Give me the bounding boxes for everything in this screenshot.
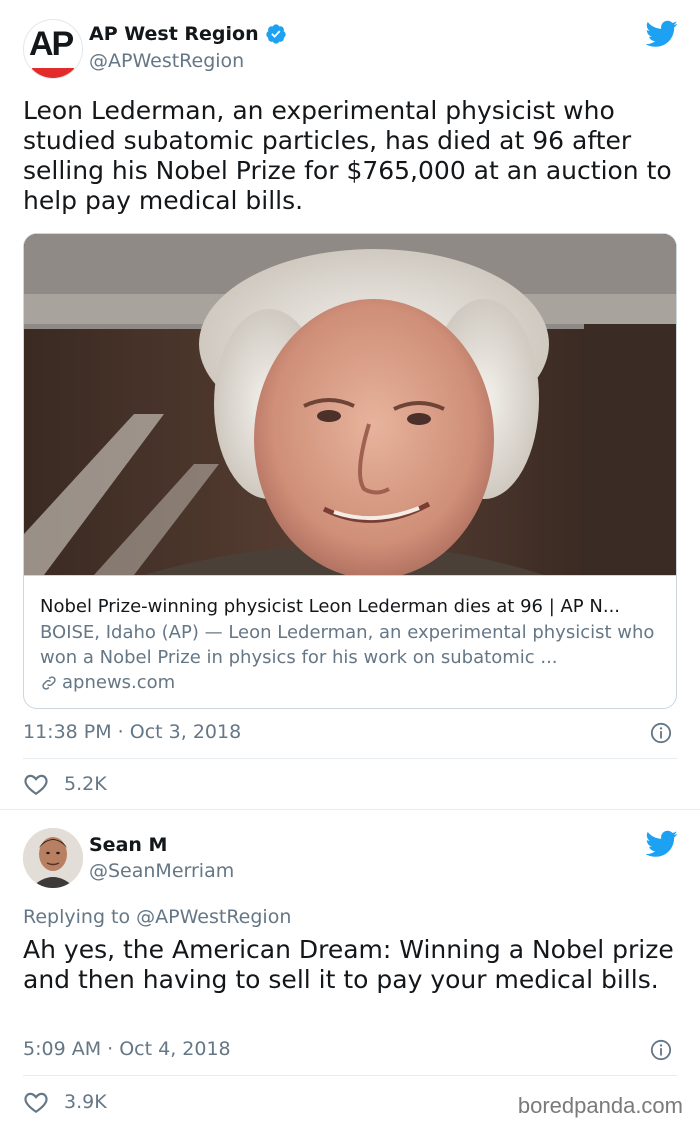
author-name-text: AP West Region	[89, 23, 259, 45]
like-action[interactable]: 5.2K	[23, 772, 107, 796]
verified-badge-icon	[266, 24, 286, 44]
info-icon[interactable]	[650, 1039, 672, 1061]
replying-to: Replying to @APWestRegion	[23, 906, 291, 928]
avatar[interactable]	[23, 828, 83, 888]
ap-logo: AP	[29, 25, 74, 63]
ap-logo-red-band	[32, 68, 74, 78]
avatar-photo	[23, 828, 83, 888]
tweet-text: Ah yes, the American Dream: Winning a No…	[23, 935, 674, 994]
author-name[interactable]: Sean M	[89, 834, 167, 856]
tweet-timestamp[interactable]: 5:09 AM · Oct 4, 2018	[23, 1038, 231, 1060]
divider	[23, 1075, 677, 1076]
replying-handle[interactable]: @APWestRegion	[136, 906, 291, 928]
like-action[interactable]: 3.9K	[23, 1090, 107, 1114]
replying-label: Replying to	[23, 906, 131, 928]
portrait-illustration	[24, 234, 676, 575]
author-name[interactable]: AP West Region	[89, 23, 287, 45]
like-count: 5.2K	[64, 773, 107, 795]
watermark: boredpanda.com	[517, 1093, 683, 1118]
twitter-bird-icon[interactable]	[646, 20, 678, 48]
card-title[interactable]: Nobel Prize-winning physicist Leon Leder…	[40, 594, 660, 619]
tweet-sean-m: Sean M @SeanMerriam Replying to @APWestR…	[0, 811, 700, 1129]
card-description: BOISE, Idaho (AP) — Leon Lederman, an ex…	[40, 622, 655, 668]
divider	[23, 758, 677, 759]
twitter-bird-icon[interactable]	[646, 830, 678, 858]
tweet-ap-west-region: AP AP West Region @APWestRegion Leon Led…	[0, 0, 700, 810]
author-handle[interactable]: @APWestRegion	[89, 50, 244, 72]
heart-icon[interactable]	[23, 1090, 49, 1114]
card-domain-text: apnews.com	[62, 672, 176, 693]
tweet-text: Leon Lederman, an experimental physicist…	[23, 96, 672, 215]
link-card[interactable]: Nobel Prize-winning physicist Leon Leder…	[23, 233, 677, 709]
card-image-portrait[interactable]	[24, 234, 676, 575]
tweet-timestamp[interactable]: 11:38 PM · Oct 3, 2018	[23, 721, 241, 743]
avatar[interactable]: AP	[23, 19, 83, 79]
author-handle[interactable]: @SeanMerriam	[89, 860, 234, 882]
author-name-text: Sean M	[89, 834, 168, 856]
card-body[interactable]: Nobel Prize-winning physicist Leon Leder…	[24, 575, 676, 708]
like-count: 3.9K	[64, 1091, 107, 1113]
link-icon	[42, 675, 56, 690]
card-domain[interactable]: apnews.com	[40, 670, 660, 695]
info-icon[interactable]	[650, 722, 672, 744]
heart-icon[interactable]	[23, 772, 49, 796]
